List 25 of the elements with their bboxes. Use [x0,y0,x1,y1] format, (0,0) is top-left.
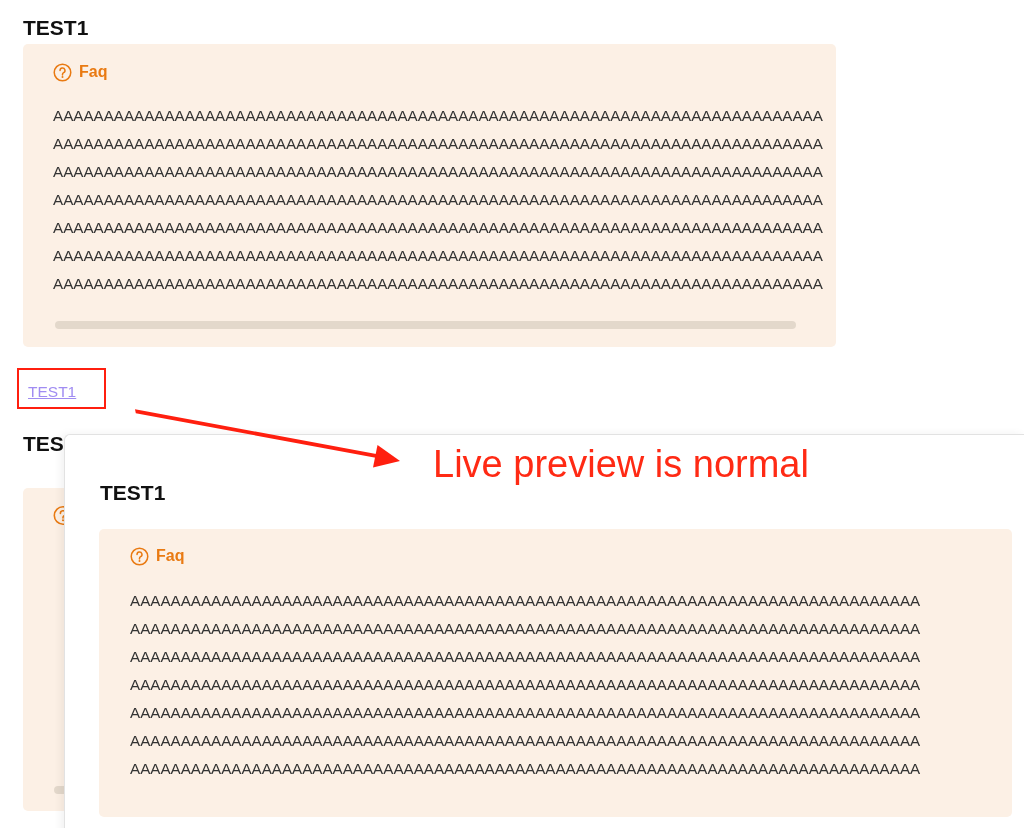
help-icon [53,62,72,82]
callout-title: Faq [79,62,108,82]
text-line: AAAAAAAAAAAAAAAAAAAAAAAAAAAAAAAAAAAAAAAAAAAAAAAAAAAAAAAAAAAAAAAAAAAAAAAAAAAAAA [130,619,921,639]
text-line: AAAAAAAAAAAAAAAAAAAAAAAAAAAAAAAAAAAAAAAAAAAAAAAAAAAAAAAAAAAAAAAAAAAAAAAAAAAAAA [130,591,921,611]
scrollbar[interactable] [55,321,796,329]
text-line: AAAAAAAAAAAAAAAAAAAAAAAAAAAAAAAAAAAAAAAAAAAAAAAAAAAAAAAAAAAAAAAAAAAAAAAAAAAAAA [130,647,921,667]
text-line: AAAAAAAAAAAAAAAAAAAAAAAAAAAAAAAAAAAAAAAAAAAAAAAAAAAAAAAAAAAAAAAAAAAAAAAAAAAA [53,190,823,210]
text-line: AAAAAAAAAAAAAAAAAAAAAAAAAAAAAAAAAAAAAAAAAAAAAAAAAAAAAAAAAAAAAAAAAAAAAAAAAAAA [53,246,823,266]
callout-title: Faq [156,546,185,566]
page-link[interactable]: TEST1 [28,383,77,400]
text-line: AAAAAAAAAAAAAAAAAAAAAAAAAAAAAAAAAAAAAAAAAAAAAAAAAAAAAAAAAAAAAAAAAAAAAAAAAAAA [53,274,823,294]
text-line: AAAAAAAAAAAAAAAAAAAAAAAAAAAAAAAAAAAAAAAAAAAAAAAAAAAAAAAAAAAAAAAAAAAAAAAAAAAAAA [130,759,921,779]
text-line: AAAAAAAAAAAAAAAAAAAAAAAAAAAAAAAAAAAAAAAAAAAAAAAAAAAAAAAAAAAAAAAAAAAAAAAAAAAA [53,218,823,238]
text-line: AAAAAAAAAAAAAAAAAAAAAAAAAAAAAAAAAAAAAAAAAAAAAAAAAAAAAAAAAAAAAAAAAAAAAAAAAAAAAA [130,703,921,723]
annotation-text: Live preview is normal [433,442,809,487]
section-heading: TES [23,431,64,457]
section-heading: TEST1 [100,480,166,506]
text-line: AAAAAAAAAAAAAAAAAAAAAAAAAAAAAAAAAAAAAAAAAAAAAAAAAAAAAAAAAAAAAAAAAAAAAAAAAAAA [53,106,823,126]
text-line: AAAAAAAAAAAAAAAAAAAAAAAAAAAAAAAAAAAAAAAAAAAAAAAAAAAAAAAAAAAAAAAAAAAAAAAAAAAA [53,134,823,154]
text-line: AAAAAAAAAAAAAAAAAAAAAAAAAAAAAAAAAAAAAAAAAAAAAAAAAAAAAAAAAAAAAAAAAAAAAAAAAAAAAA [130,731,921,751]
text-line: AAAAAAAAAAAAAAAAAAAAAAAAAAAAAAAAAAAAAAAAAAAAAAAAAAAAAAAAAAAAAAAAAAAAAAAAAAAAAA [130,675,921,695]
text-line: AAAAAAAAAAAAAAAAAAAAAAAAAAAAAAAAAAAAAAAAAAAAAAAAAAAAAAAAAAAAAAAAAAAAAAAAAAAA [53,162,823,182]
help-icon [53,506,64,525]
help-icon [130,546,149,566]
section-heading: TEST1 [23,15,89,41]
